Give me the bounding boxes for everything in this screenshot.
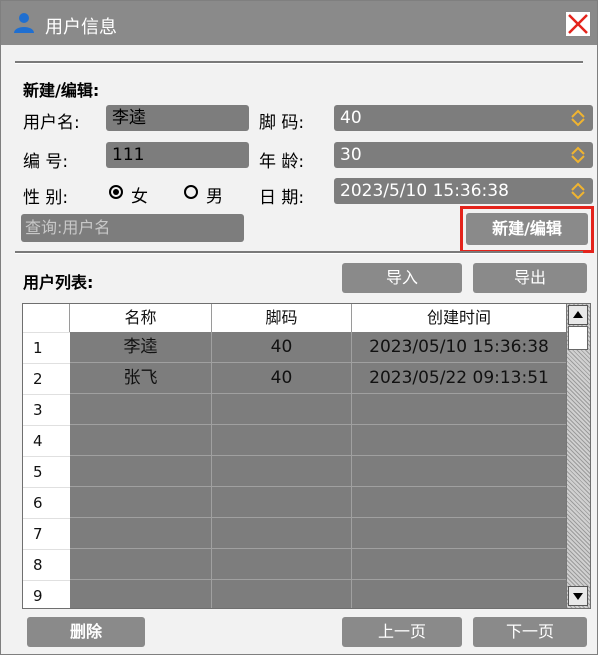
user-table[interactable]: 名称 脚码 创建时间 1 李逵 40 2023/05/10 15:36:38 2… — [22, 303, 591, 609]
column-header-name[interactable]: 名称 — [70, 304, 212, 332]
close-icon — [568, 14, 588, 34]
cell-created[interactable]: 2023/05/10 15:36:38 — [352, 332, 567, 363]
separator-top — [15, 61, 583, 64]
scroll-up-button[interactable] — [568, 305, 588, 325]
gender-label: 性 别: — [23, 188, 69, 208]
scroll-thumb[interactable] — [568, 326, 588, 350]
shoe-size-stepper[interactable]: 40 — [334, 105, 593, 131]
table-row[interactable]: 4 — [23, 425, 567, 456]
cell-size[interactable] — [212, 487, 352, 518]
username-label: 用户名: — [23, 113, 80, 133]
row-number: 8 — [23, 549, 70, 580]
gender-female-radio[interactable]: 女 — [109, 185, 179, 207]
triangle-down-icon — [573, 593, 583, 600]
cell-size[interactable]: 40 — [212, 332, 352, 363]
search-input[interactable]: 查询:用户名 — [21, 214, 244, 242]
cell-name[interactable]: 李逵 — [70, 332, 212, 363]
cell-name[interactable] — [70, 580, 212, 608]
table-row[interactable]: 5 — [23, 456, 567, 487]
row-number: 1 — [23, 332, 70, 363]
radio-checked-icon — [109, 185, 123, 199]
user-icon — [14, 13, 34, 33]
age-value: 30 — [340, 145, 362, 165]
cell-size[interactable] — [212, 456, 352, 487]
date-label: 日 期: — [259, 188, 305, 208]
delete-button[interactable]: 删除 — [27, 617, 145, 647]
triangle-up-icon — [573, 311, 583, 318]
table-scrollbar[interactable] — [566, 304, 590, 608]
date-value: 2023/5/10 15:36:38 — [340, 181, 509, 201]
row-number: 4 — [23, 425, 70, 456]
cell-size[interactable] — [212, 425, 352, 456]
shoe-size-label: 脚 码: — [259, 113, 305, 133]
next-page-button[interactable]: 下一页 — [473, 617, 587, 647]
cell-name[interactable] — [70, 456, 212, 487]
row-number: 3 — [23, 394, 70, 425]
close-button[interactable] — [565, 11, 591, 37]
gender-male-radio[interactable]: 男 — [184, 185, 244, 207]
column-header-size[interactable]: 脚码 — [212, 304, 352, 332]
cell-name[interactable] — [70, 549, 212, 580]
spin-updown-icon[interactable] — [569, 146, 587, 164]
age-label: 年 龄: — [259, 152, 305, 172]
id-input[interactable]: 111 — [106, 142, 249, 168]
gender-female-label: 女 — [131, 187, 148, 207]
cell-name[interactable] — [70, 518, 212, 549]
cell-name[interactable] — [70, 425, 212, 456]
export-button[interactable]: 导出 — [473, 263, 587, 293]
radio-unchecked-icon — [184, 185, 198, 199]
cell-created[interactable] — [352, 487, 567, 518]
row-number: 6 — [23, 487, 70, 518]
row-number: 7 — [23, 518, 70, 549]
cell-name[interactable] — [70, 487, 212, 518]
separator-middle — [15, 251, 583, 254]
prev-page-button[interactable]: 上一页 — [342, 617, 462, 647]
id-value: 111 — [112, 145, 145, 165]
cell-created[interactable] — [352, 518, 567, 549]
spin-updown-icon[interactable] — [569, 109, 587, 127]
scroll-down-button[interactable] — [568, 586, 588, 606]
table-row[interactable]: 2 张飞 40 2023/05/22 09:13:51 — [23, 363, 567, 394]
table-corner-header — [23, 304, 70, 332]
row-number: 5 — [23, 456, 70, 487]
form-section-title: 新建/编辑: — [23, 81, 100, 100]
column-header-created[interactable]: 创建时间 — [352, 304, 567, 332]
username-input[interactable]: 李逵 — [106, 105, 249, 131]
gender-male-label: 男 — [206, 187, 223, 207]
cell-created[interactable] — [352, 549, 567, 580]
table-row[interactable]: 3 — [23, 394, 567, 425]
window-title: 用户信息 — [45, 17, 117, 38]
table-row[interactable]: 7 — [23, 518, 567, 549]
table-row[interactable]: 8 — [23, 549, 567, 580]
cell-size[interactable] — [212, 580, 352, 608]
table-row[interactable]: 9 — [23, 580, 567, 608]
row-number: 2 — [23, 363, 70, 394]
cell-name[interactable]: 张飞 — [70, 363, 212, 394]
cell-created[interactable] — [352, 394, 567, 425]
id-label: 编 号: — [23, 152, 69, 172]
table-row[interactable]: 6 — [23, 487, 567, 518]
cell-size[interactable] — [212, 549, 352, 580]
cell-name[interactable] — [70, 394, 212, 425]
cell-created[interactable] — [352, 456, 567, 487]
spin-updown-icon[interactable] — [569, 182, 587, 200]
highlight-frame — [460, 206, 594, 253]
cell-created[interactable] — [352, 580, 567, 608]
import-button[interactable]: 导入 — [342, 263, 462, 293]
date-picker[interactable]: 2023/5/10 15:36:38 — [334, 178, 593, 204]
search-placeholder: 查询:用户名 — [25, 218, 111, 237]
title-bar[interactable]: 用户信息 — [1, 1, 597, 45]
table-row[interactable]: 1 李逵 40 2023/05/10 15:36:38 — [23, 332, 567, 363]
cell-size[interactable]: 40 — [212, 363, 352, 394]
shoe-size-value: 40 — [340, 108, 362, 128]
cell-created[interactable]: 2023/05/22 09:13:51 — [352, 363, 567, 394]
user-info-window: 用户信息 新建/编辑: 用户名: 李逵 脚 码: 40 编 号: 111 年 龄… — [0, 0, 598, 655]
row-number: 9 — [23, 580, 70, 608]
cell-size[interactable] — [212, 518, 352, 549]
cell-size[interactable] — [212, 394, 352, 425]
cell-created[interactable] — [352, 425, 567, 456]
username-value: 李逵 — [112, 108, 146, 128]
age-stepper[interactable]: 30 — [334, 142, 593, 168]
list-section-title: 用户列表: — [23, 273, 94, 292]
